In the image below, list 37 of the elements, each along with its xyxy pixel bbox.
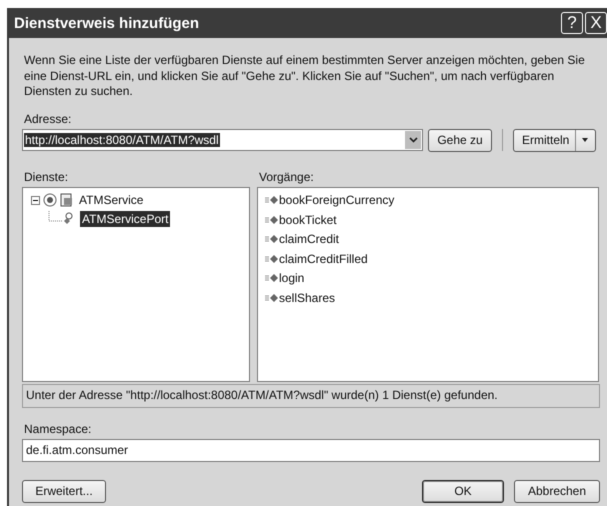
services-label: Dienste: — [24, 170, 70, 184]
operation-icon — [265, 292, 279, 303]
operation-item[interactable]: claimCreditFilled — [279, 252, 368, 266]
tree-item[interactable]: ATMServicePort — [80, 211, 170, 227]
close-button[interactable]: X — [585, 12, 607, 34]
operation-icon — [265, 195, 279, 206]
operation-item[interactable]: login — [279, 271, 304, 286]
operation-item[interactable]: sellShares — [279, 290, 336, 305]
operation-item[interactable]: bookTicket — [279, 212, 337, 227]
operations-label: Vorgänge: — [259, 170, 315, 184]
dialog-button[interactable]: OK — [422, 480, 504, 502]
operation-icon — [265, 254, 279, 264]
operation-icon — [265, 234, 279, 244]
discover-split-button[interactable]: Ermitteln — [513, 128, 596, 152]
operation-item[interactable]: bookForeignCurrency — [279, 193, 394, 208]
dropdown-button[interactable] — [405, 131, 421, 149]
dialog-button[interactable]: Abbrechen — [514, 480, 600, 502]
operation-icon — [265, 214, 279, 225]
collapse-icon[interactable] — [31, 196, 40, 204]
window-title: Dienstverweis hinzufügen — [14, 14, 200, 32]
help-button[interactable]: ? — [561, 12, 583, 34]
instructions-text: Wenn Sie eine Liste der verfügbaren Dienste auf einem bestimmten Server anzeigen möchten, geben Sie eine Dienst-URL ein, und klicken Sie auf "Gehe zu". Klicken Sie auf "Suchen", um nach verfügbaren Diensten zu suchen. — [24, 53, 586, 100]
operation-item[interactable]: claimCredit — [279, 232, 340, 246]
namespace-label: Namespace: — [24, 422, 92, 436]
go-button[interactable]: Gehe zu — [428, 128, 492, 152]
address-label: Adresse: — [24, 112, 72, 126]
service-icon — [60, 193, 74, 207]
chevron-down-icon — [408, 137, 418, 143]
target-icon — [43, 193, 57, 207]
address-combobox[interactable]: http://localhost:8080/ATM/ATM?wsdl — [22, 129, 423, 151]
dialog-button[interactable]: Erweitert... — [22, 480, 106, 502]
caret-icon — [582, 138, 588, 142]
namespace-field[interactable]: de.fi.atm.consumer — [22, 438, 600, 462]
tree-item[interactable]: ATMService — [77, 192, 146, 208]
address-value: http://localhost:8080/ATM/ATM?wsdl — [24, 133, 220, 147]
operation-icon — [265, 273, 279, 284]
status-message: Unter der Adresse "http://localhost:8080/ATM/ATM?wsdl" wurde(n) 1 Dienst(e) gefunden. — [22, 384, 600, 408]
